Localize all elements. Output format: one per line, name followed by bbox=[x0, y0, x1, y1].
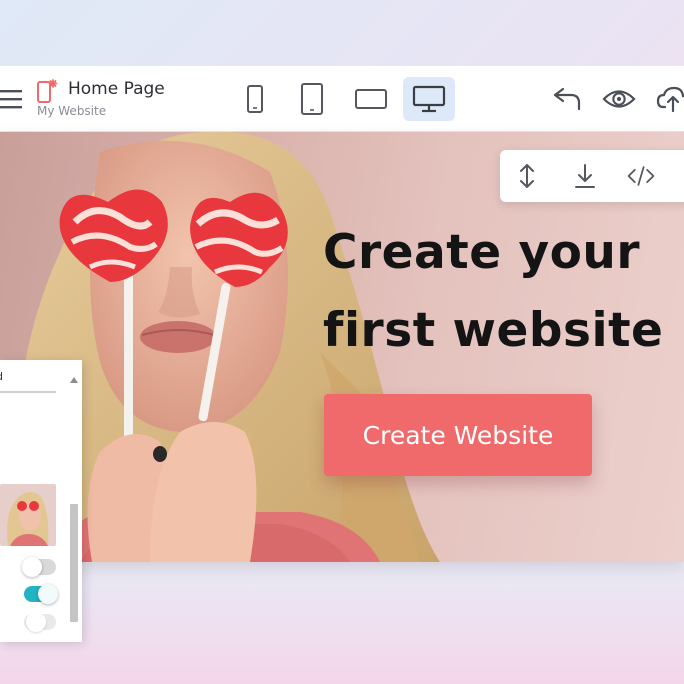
create-website-button[interactable]: Create Website bbox=[324, 394, 592, 476]
device-tablet-landscape-button[interactable] bbox=[345, 77, 397, 121]
mobile-icon bbox=[247, 85, 263, 113]
menu-icon[interactable] bbox=[0, 88, 24, 110]
toggle-switch-3[interactable] bbox=[24, 612, 56, 632]
download-button[interactable] bbox=[570, 162, 600, 190]
editor-toolbar: Home Page My Website bbox=[0, 66, 684, 132]
background-image-thumbnail[interactable] bbox=[0, 484, 56, 546]
panel-tab-label[interactable]: d bbox=[0, 370, 3, 383]
code-icon bbox=[627, 166, 655, 186]
scrollbar-thumb[interactable] bbox=[70, 504, 78, 622]
code-button[interactable] bbox=[626, 162, 656, 190]
download-icon bbox=[575, 164, 595, 188]
page-title: Home Page bbox=[68, 79, 165, 99]
preview-button[interactable] bbox=[602, 84, 636, 114]
floating-element-toolbar bbox=[500, 150, 684, 202]
hero-headline[interactable]: Create your first website bbox=[323, 214, 684, 370]
tab-underline bbox=[0, 391, 56, 393]
tablet-landscape-icon bbox=[355, 89, 387, 109]
undo-icon bbox=[553, 87, 581, 111]
desktop-icon bbox=[412, 85, 446, 113]
settings-panel: d bbox=[0, 360, 82, 642]
headline-line-2: first website bbox=[323, 303, 664, 358]
device-mobile-button[interactable] bbox=[229, 77, 281, 121]
editor-canvas[interactable]: Create your first website Create Website bbox=[0, 132, 684, 562]
site-name: My Website bbox=[37, 104, 107, 118]
device-tablet-button[interactable] bbox=[286, 77, 338, 121]
tablet-icon bbox=[301, 83, 323, 115]
toggle-switch-2[interactable] bbox=[24, 584, 58, 604]
page-icon bbox=[36, 78, 60, 104]
headline-line-1: Create your bbox=[323, 225, 641, 280]
publish-cloud-upload-icon bbox=[656, 86, 684, 113]
device-desktop-button[interactable] bbox=[403, 77, 455, 121]
resize-button[interactable] bbox=[512, 162, 542, 190]
preview-eye-icon bbox=[602, 90, 636, 108]
resize-vertical-icon bbox=[520, 164, 534, 188]
background-gradient bbox=[0, 560, 684, 684]
publish-button[interactable] bbox=[656, 84, 684, 114]
scroll-up-arrow-icon[interactable] bbox=[70, 368, 78, 383]
undo-button[interactable] bbox=[550, 84, 584, 114]
toggle-switch-1[interactable] bbox=[22, 557, 56, 577]
